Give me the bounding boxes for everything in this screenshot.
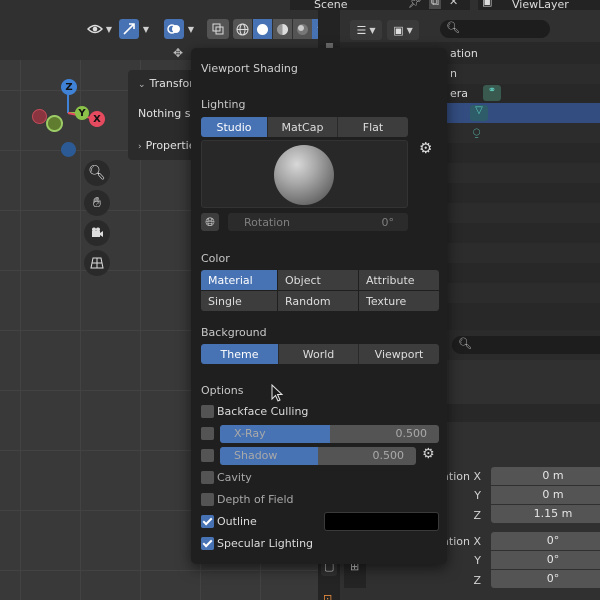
location-z-field[interactable]: 1.15 m — [491, 505, 600, 523]
gizmo-x-axis[interactable]: X — [89, 111, 105, 127]
rotation-x-field[interactable]: 0° — [491, 532, 600, 550]
scene-selector[interactable]: Scene 📌︎ ⧉ ✕ — [290, 0, 470, 11]
rotation-z-field[interactable]: 0° — [491, 570, 600, 588]
gizmo-y-axis[interactable]: Y — [75, 106, 89, 120]
color-option-texture[interactable]: Texture — [359, 291, 439, 311]
gizmo-toggle-icon[interactable] — [119, 19, 139, 39]
location-y-field[interactable]: 0 m — [491, 486, 600, 504]
image-icon: ▣ — [393, 23, 404, 37]
lighting-selector: Studio MatCap Flat — [201, 117, 408, 137]
solid-shading-icon[interactable] — [253, 19, 272, 39]
rendered-shading-icon[interactable] — [293, 19, 312, 39]
outliner-search-input[interactable]: 🔍︎ — [440, 20, 550, 38]
lighting-option-studio[interactable]: Studio — [201, 117, 268, 137]
color-option-material[interactable]: Material — [201, 270, 277, 290]
options-heading: Options — [201, 384, 244, 397]
light-data-icon[interactable]: ▽ — [470, 105, 488, 121]
sidebar-panel: ⌄ Transfor Nothing se › Propertie — [128, 70, 198, 160]
depth-of-field-label: Depth of Field — [217, 493, 294, 506]
rotation-y-field[interactable]: 0° — [491, 551, 600, 569]
color-heading: Color — [201, 252, 230, 265]
rotation-field[interactable]: Rotation 0° — [228, 213, 408, 231]
studio-light-preview[interactable] — [201, 140, 408, 208]
view-layer-icon: ▣ — [482, 0, 493, 8]
search-icon: 🔍︎ — [458, 337, 472, 350]
material-preview-shading-icon[interactable] — [273, 19, 292, 39]
background-option-world[interactable]: World — [279, 344, 359, 364]
gizmo-neg-z-axis[interactable] — [61, 142, 76, 157]
outline-label: Outline — [217, 515, 257, 528]
chevron-down-icon[interactable]: ▼ — [186, 19, 196, 39]
outline-color-swatch[interactable] — [324, 512, 439, 531]
eye-icon[interactable] — [84, 19, 106, 39]
pin-icon[interactable]: 📌︎ — [408, 0, 422, 9]
background-option-theme[interactable]: Theme — [201, 344, 279, 364]
popover-title: Viewport Shading — [201, 62, 298, 75]
color-option-single[interactable]: Single — [201, 291, 277, 311]
lighting-sphere-preview — [274, 145, 334, 205]
close-icon[interactable]: ✕ — [449, 0, 458, 8]
chevron-down-icon[interactable]: ▼ — [104, 19, 114, 39]
wireframe-shading-icon[interactable] — [233, 19, 252, 39]
gizmo-z-axis[interactable]: Z — [61, 79, 77, 95]
xray-checkbox[interactable] — [201, 427, 214, 440]
search-icon: 🔍︎ — [446, 21, 460, 34]
background-selector: Theme World Viewport — [201, 344, 439, 364]
properties-search-input[interactable]: 🔍︎ — [452, 336, 600, 354]
chevron-right-icon: › — [138, 142, 142, 152]
filter-dropdown[interactable]: ▣ ▼ — [387, 20, 419, 40]
chevron-down-icon: ▼ — [406, 25, 413, 35]
camera-view-icon[interactable] — [84, 220, 110, 246]
backface-culling-label: Backface Culling — [217, 405, 309, 418]
view-layer-selector[interactable]: ▣ ViewLayer — [478, 0, 600, 11]
specular-lighting-checkbox[interactable] — [201, 537, 214, 550]
zoom-icon[interactable]: 🔍︎ — [84, 160, 110, 186]
light-icon[interactable]: ⍜ — [473, 125, 480, 140]
mouse-cursor-icon — [271, 384, 284, 402]
xray-alpha-slider[interactable]: X-Ray 0.500 — [220, 425, 439, 443]
viewport-shading-popover: Viewport Shading Lighting Studio MatCap … — [191, 48, 447, 564]
tool-settings-icon[interactable]: ✥ — [170, 46, 186, 60]
list-icon: ☰ — [356, 23, 367, 37]
lighting-option-flat[interactable]: Flat — [338, 117, 408, 137]
chevron-down-icon[interactable]: ▼ — [141, 19, 151, 39]
properties-panel-header[interactable]: › Propertie — [138, 139, 195, 152]
shadow-checkbox[interactable] — [201, 449, 214, 462]
background-heading: Background — [201, 326, 267, 339]
chevron-down-icon: ▼ — [369, 25, 376, 35]
overlays-icon[interactable] — [164, 19, 184, 39]
gear-icon[interactable]: ⚙ — [419, 139, 432, 157]
color-option-attribute[interactable]: Attribute — [359, 270, 439, 290]
backface-culling-checkbox[interactable] — [201, 405, 214, 418]
transform-panel-header[interactable]: ⌄ Transfor — [138, 77, 194, 90]
gizmo-neg-x-axis[interactable] — [32, 109, 47, 124]
nothing-selected-label: Nothing se — [138, 107, 198, 120]
specular-lighting-label: Specular Lighting — [217, 537, 314, 550]
cavity-label: Cavity — [217, 471, 252, 484]
background-option-viewport[interactable]: Viewport — [359, 344, 439, 364]
pan-hand-icon[interactable]: ✋︎ — [84, 190, 110, 216]
chevron-down-icon: ⌄ — [138, 80, 146, 90]
lighting-heading: Lighting — [201, 98, 246, 111]
world-space-lighting-icon[interactable]: 🌐︎ — [201, 213, 219, 231]
xray-toggle-icon[interactable] — [207, 19, 229, 39]
gizmo-neg-y-axis[interactable] — [46, 115, 63, 132]
display-mode-dropdown[interactable]: ☰ ▼ — [350, 20, 382, 40]
shadow-settings-gear-icon[interactable]: ⚙ — [422, 446, 435, 462]
location-x-field[interactable]: 0 m — [491, 467, 600, 485]
shadow-intensity-slider[interactable]: Shadow 0.500 — [220, 447, 416, 465]
color-option-random[interactable]: Random — [278, 291, 358, 311]
color-option-object[interactable]: Object — [278, 270, 358, 290]
grid-view-icon[interactable] — [84, 250, 110, 276]
depth-of-field-checkbox[interactable] — [201, 493, 214, 506]
camera-data-icon[interactable]: ⚭ — [483, 85, 501, 101]
cavity-checkbox[interactable] — [201, 471, 214, 484]
new-scene-icon[interactable]: ⧉ — [429, 0, 441, 9]
modifier-icon[interactable]: ⊡ — [323, 592, 332, 600]
lighting-option-matcap[interactable]: MatCap — [268, 117, 338, 137]
outline-checkbox[interactable] — [201, 515, 214, 528]
